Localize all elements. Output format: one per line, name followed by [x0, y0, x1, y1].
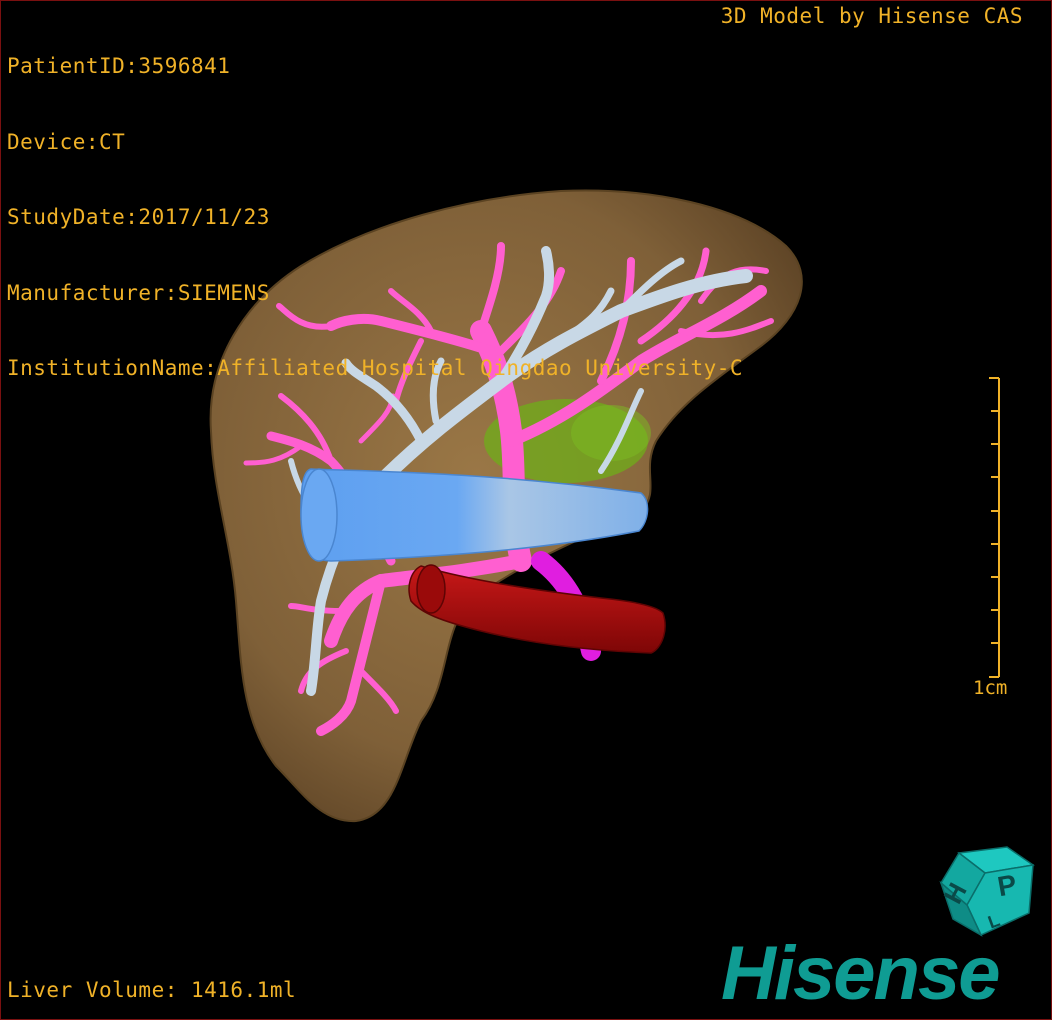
hisense-logo: Hisense: [721, 931, 1000, 1016]
patient-id: PatientID:3596841: [7, 54, 231, 78]
orientation-cube-icon[interactable]: H P L: [937, 843, 1037, 943]
manufacturer: Manufacturer:SIEMENS: [7, 280, 270, 305]
scale-bar: [989, 377, 1000, 678]
scale-bar-label: 1cm: [973, 677, 1008, 699]
liver-volume-readout: Liver Volume: 1416.1ml: [7, 978, 297, 1002]
3d-viewport[interactable]: PatientID:3596841 Device:CT StudyDate:20…: [0, 0, 1052, 1020]
device: Device:CT: [7, 129, 126, 154]
institution-name: InstitutionName:Affiliated Hospital Qing…: [7, 356, 744, 380]
study-date: StudyDate:2017/11/23: [7, 205, 270, 229]
model-credit: 3D Model by Hisense CAS: [720, 4, 1023, 28]
dicom-info-overlay: PatientID:3596841 Device:CT StudyDate:20…: [7, 4, 743, 432]
